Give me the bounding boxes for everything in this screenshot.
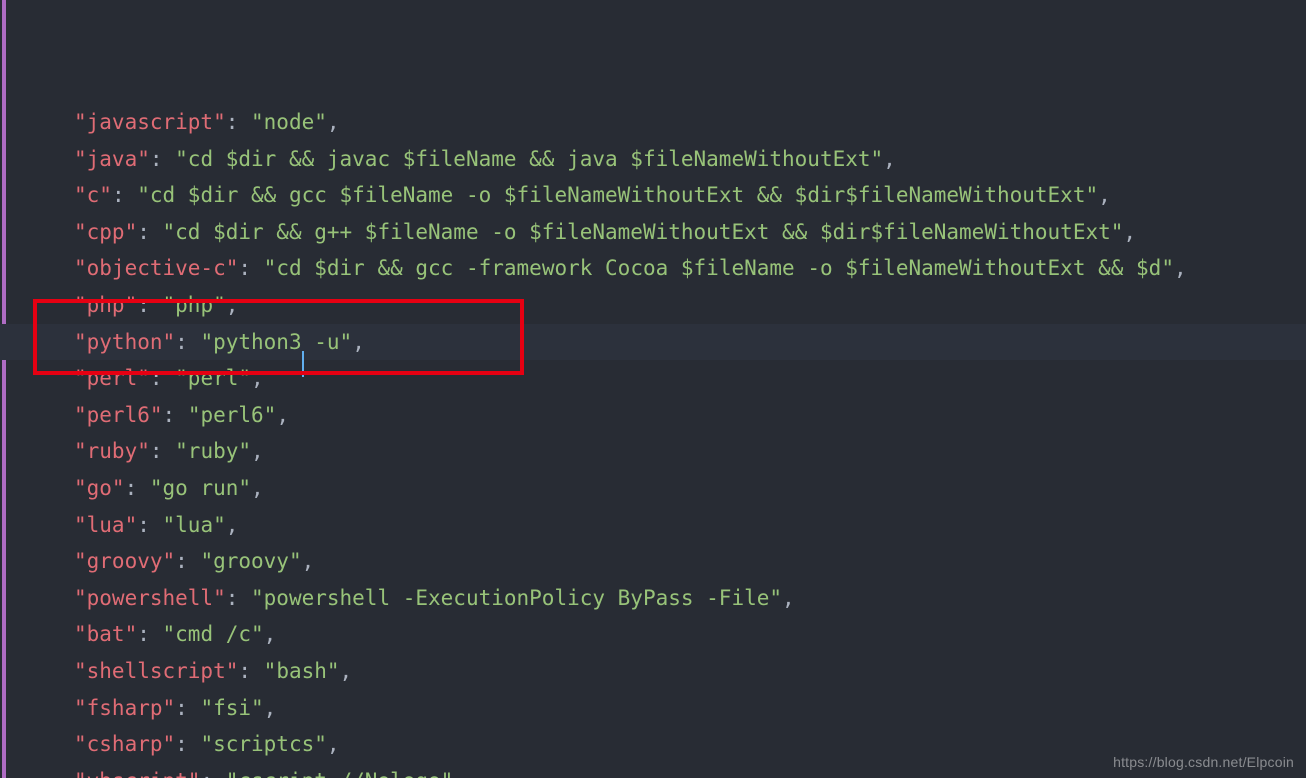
json-key: "lua" bbox=[74, 513, 137, 537]
comma: , bbox=[226, 513, 239, 537]
comma: , bbox=[327, 110, 340, 134]
code-area[interactable]: "javascript": "node","java": "cd $dir &&… bbox=[74, 104, 1306, 778]
json-string: "node" bbox=[251, 110, 327, 134]
colon: : bbox=[175, 549, 200, 573]
colon: : bbox=[226, 586, 251, 610]
json-string: "cd $dir && gcc $fileName -o $fileNameWi… bbox=[137, 183, 1098, 207]
json-string: "groovy" bbox=[200, 549, 301, 573]
code-line[interactable]: "php": "php", bbox=[74, 287, 1306, 324]
code-line[interactable]: "shellscript": "bash", bbox=[74, 653, 1306, 690]
code-line[interactable]: "ruby": "ruby", bbox=[74, 433, 1306, 470]
json-key: "groovy" bbox=[74, 549, 175, 573]
json-key: "go" bbox=[74, 476, 125, 500]
comma: , bbox=[883, 147, 896, 171]
json-key: "csharp" bbox=[74, 732, 175, 756]
code-line[interactable]: "javascript": "node", bbox=[74, 104, 1306, 141]
colon: : bbox=[175, 330, 200, 354]
json-string: "ruby" bbox=[175, 439, 251, 463]
json-string: "python3 bbox=[200, 330, 301, 354]
code-line[interactable]: "powershell": "powershell -ExecutionPoli… bbox=[74, 580, 1306, 617]
comma: , bbox=[276, 403, 289, 427]
colon: : bbox=[137, 293, 162, 317]
code-line[interactable]: "objective-c": "cd $dir && gcc -framewor… bbox=[74, 250, 1306, 287]
comma: , bbox=[352, 330, 365, 354]
comma: , bbox=[226, 293, 239, 317]
code-line[interactable]: "java": "cd $dir && javac $fileName && j… bbox=[74, 141, 1306, 178]
code-editor[interactable]: "javascript": "node","java": "cd $dir &&… bbox=[0, 0, 1306, 778]
comma: , bbox=[1123, 220, 1136, 244]
json-key: "php" bbox=[74, 293, 137, 317]
comma: , bbox=[264, 696, 277, 720]
json-string: "go run" bbox=[150, 476, 251, 500]
comma: , bbox=[340, 659, 353, 683]
json-string: "php" bbox=[163, 293, 226, 317]
json-string: "scriptcs" bbox=[200, 732, 326, 756]
code-line[interactable]: "vbscript": "cscript //Nologo", bbox=[74, 763, 1306, 778]
json-string: "powershell -ExecutionPolicy ByPass -Fil… bbox=[251, 586, 782, 610]
json-key: "fsharp" bbox=[74, 696, 175, 720]
colon: : bbox=[150, 439, 175, 463]
json-key: "javascript" bbox=[74, 110, 226, 134]
colon: : bbox=[112, 183, 137, 207]
comma: , bbox=[251, 476, 264, 500]
colon: : bbox=[137, 622, 162, 646]
comma: , bbox=[302, 549, 315, 573]
code-line[interactable]: "bat": "cmd /c", bbox=[74, 616, 1306, 653]
code-line[interactable]: "c": "cd $dir && gcc $fileName -o $fileN… bbox=[74, 177, 1306, 214]
comma: , bbox=[264, 622, 277, 646]
json-string: "cscript //Nologo" bbox=[226, 769, 454, 778]
comma: , bbox=[453, 769, 466, 778]
colon: : bbox=[238, 659, 263, 683]
json-string: "perl" bbox=[175, 366, 251, 390]
colon: : bbox=[150, 147, 175, 171]
json-key: "cpp" bbox=[74, 220, 137, 244]
json-key: "bat" bbox=[74, 622, 137, 646]
code-line[interactable]: "perl6": "perl6", bbox=[74, 397, 1306, 434]
colon: : bbox=[125, 476, 150, 500]
json-key: "perl6" bbox=[74, 403, 163, 427]
json-key: "objective-c" bbox=[74, 256, 238, 280]
json-string: "perl6" bbox=[188, 403, 277, 427]
colon: : bbox=[175, 732, 200, 756]
json-key: "powershell" bbox=[74, 586, 226, 610]
json-key: "shellscript" bbox=[74, 659, 238, 683]
json-string: -u" bbox=[302, 330, 353, 354]
json-string: "cmd /c" bbox=[163, 622, 264, 646]
code-line[interactable]: "cpp": "cd $dir && g++ $fileName -o $fil… bbox=[74, 214, 1306, 251]
json-key: "ruby" bbox=[74, 439, 150, 463]
code-line[interactable]: "go": "go run", bbox=[74, 470, 1306, 507]
json-key: "c" bbox=[74, 183, 112, 207]
colon: : bbox=[238, 256, 263, 280]
code-line[interactable]: "lua": "lua", bbox=[74, 507, 1306, 544]
comma: , bbox=[251, 366, 264, 390]
comma: , bbox=[782, 586, 795, 610]
comma: , bbox=[251, 439, 264, 463]
colon: : bbox=[175, 696, 200, 720]
json-key: "vbscript" bbox=[74, 769, 200, 778]
json-string: "fsi" bbox=[200, 696, 263, 720]
colon: : bbox=[200, 769, 225, 778]
json-string: "cd $dir && gcc -framework Cocoa $fileNa… bbox=[264, 256, 1174, 280]
code-line[interactable]: "python": "python3 -u", bbox=[74, 324, 1306, 361]
code-line[interactable]: "csharp": "scriptcs", bbox=[74, 726, 1306, 763]
code-line[interactable]: "perl": "perl", bbox=[74, 360, 1306, 397]
json-string: "lua" bbox=[163, 513, 226, 537]
json-string: "cd $dir && javac $fileName && java $fil… bbox=[175, 147, 883, 171]
json-string: "cd $dir && g++ $fileName -o $fileNameWi… bbox=[163, 220, 1124, 244]
json-string: "bash" bbox=[264, 659, 340, 683]
json-key: "java" bbox=[74, 147, 150, 171]
colon: : bbox=[163, 403, 188, 427]
json-key: "python" bbox=[74, 330, 175, 354]
colon: : bbox=[137, 513, 162, 537]
code-line[interactable]: "fsharp": "fsi", bbox=[74, 690, 1306, 727]
comma: , bbox=[327, 732, 340, 756]
comma: , bbox=[1098, 183, 1111, 207]
colon: : bbox=[137, 220, 162, 244]
colon: : bbox=[226, 110, 251, 134]
code-line[interactable]: "groovy": "groovy", bbox=[74, 543, 1306, 580]
comma: , bbox=[1174, 256, 1187, 280]
colon: : bbox=[150, 366, 175, 390]
json-key: "perl" bbox=[74, 366, 150, 390]
